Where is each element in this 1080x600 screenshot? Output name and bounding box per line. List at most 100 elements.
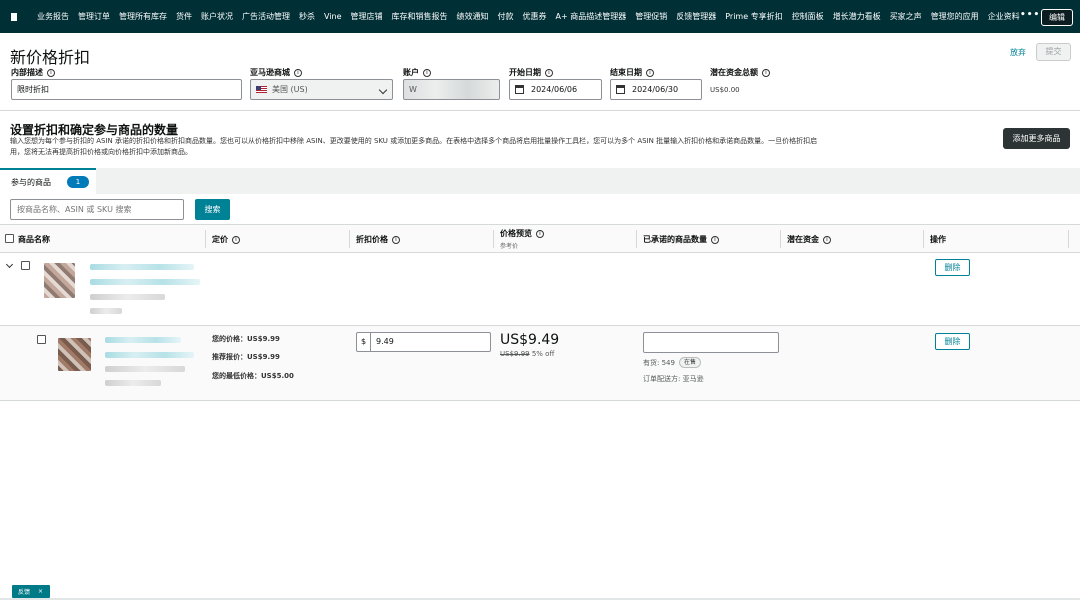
- count-badge: 1: [67, 176, 89, 188]
- budget-value: US$0.00: [710, 86, 740, 94]
- product-title-redacted[interactable]: [90, 264, 194, 270]
- start-date-input[interactable]: 2024/06/06: [509, 79, 602, 100]
- internal-desc-value: 限时折扣: [17, 85, 49, 94]
- product-title-redacted[interactable]: [105, 352, 194, 358]
- min-price: 您的最低价格：US$5.00: [212, 372, 294, 380]
- select-all-checkbox[interactable]: [5, 234, 14, 243]
- add-more-products-button[interactable]: 添加更多商品: [1003, 128, 1070, 149]
- column-separator: [349, 230, 350, 248]
- column-header-action: 操作: [930, 234, 946, 245]
- nav-item[interactable]: 企业资料: [988, 11, 1020, 22]
- us-flag-icon: [256, 86, 267, 93]
- row-checkbox[interactable]: [21, 261, 30, 270]
- product-sku-redacted: [90, 308, 122, 314]
- info-icon[interactable]: i: [232, 235, 240, 244]
- column-separator: [923, 230, 924, 248]
- chevron-down-icon[interactable]: [5, 260, 14, 269]
- row-checkbox[interactable]: [37, 335, 46, 344]
- info-icon[interactable]: i: [294, 68, 302, 77]
- table-header: 商品名称 定价 i 折扣价格 i 价格预览 i 已承诺的商品数量 i 潜在资金 …: [0, 224, 1080, 253]
- calendar-icon[interactable]: [515, 85, 524, 94]
- discount-price-value: 9.49: [376, 337, 394, 346]
- bookmark-icon[interactable]: [11, 12, 17, 21]
- column-header-preview[interactable]: 价格预览 i: [500, 228, 544, 239]
- discount-price-input[interactable]: $ 9.49: [356, 332, 491, 352]
- nav-item[interactable]: 绩效通知: [457, 11, 489, 22]
- nav-item[interactable]: 货件: [176, 11, 192, 22]
- delete-button[interactable]: 删除: [935, 333, 970, 350]
- nav-item[interactable]: 库存和销售报告: [392, 11, 448, 22]
- product-title-redacted[interactable]: [105, 337, 181, 343]
- end-date-input[interactable]: 2024/06/30: [610, 79, 702, 100]
- preview-price: US$9.49: [500, 332, 560, 348]
- info-icon[interactable]: i: [762, 68, 770, 77]
- column-header-name-text: 商品名称: [18, 235, 50, 244]
- was-price-value: US$9.99: [500, 350, 530, 358]
- column-header-action-text: 操作: [930, 235, 946, 244]
- nav-item[interactable]: Vine: [324, 12, 342, 21]
- product-image[interactable]: [44, 263, 75, 298]
- nav-item[interactable]: 控制面板: [792, 11, 824, 22]
- column-header-funding[interactable]: 潜在资金 i: [787, 234, 831, 245]
- submit-button[interactable]: 提交: [1036, 43, 1071, 61]
- calendar-icon[interactable]: [616, 85, 625, 94]
- nav-item[interactable]: 买家之声: [890, 11, 922, 22]
- info-icon[interactable]: i: [646, 68, 654, 77]
- delete-button[interactable]: 删除: [935, 259, 970, 276]
- column-header-funding-text: 潜在资金: [787, 235, 819, 244]
- product-image[interactable]: [58, 338, 91, 371]
- column-header-price[interactable]: 定价 i: [212, 234, 240, 245]
- nav-item[interactable]: 反馈管理器: [676, 11, 716, 22]
- search-button[interactable]: 搜索: [195, 199, 230, 220]
- nav-item[interactable]: 业务报告: [37, 11, 69, 22]
- marketplace-value: 美国 (US): [272, 85, 308, 94]
- internal-desc-input[interactable]: 限时折扣: [11, 79, 242, 100]
- nav-item[interactable]: 管理您的应用: [931, 11, 979, 22]
- product-asin-redacted: [105, 366, 185, 372]
- nav-item[interactable]: 管理促销: [635, 11, 667, 22]
- column-header-qty[interactable]: 已承诺的商品数量 i: [643, 234, 719, 245]
- nav-item[interactable]: 管理所有库存: [119, 11, 167, 22]
- abandon-link[interactable]: 放弃: [1010, 47, 1026, 58]
- info-icon[interactable]: i: [823, 235, 831, 244]
- committed-quantity-input[interactable]: [643, 332, 779, 353]
- nav-item[interactable]: 账户状况: [201, 11, 233, 22]
- nav-item[interactable]: 管理订单: [78, 11, 110, 22]
- nav-item[interactable]: 管理店铺: [351, 11, 383, 22]
- nav-item[interactable]: Prime 专享折扣: [725, 11, 782, 22]
- stock-count: 有货: 549: [643, 358, 675, 367]
- product-search-input[interactable]: [10, 199, 184, 220]
- product-title-redacted[interactable]: [90, 279, 200, 285]
- marketplace-select[interactable]: 美国 (US): [250, 79, 393, 100]
- preview-sub-label: 参考价: [500, 243, 519, 250]
- account-label-text: 账户: [403, 68, 419, 77]
- edit-nav-button[interactable]: 编辑: [1041, 9, 1073, 26]
- info-icon[interactable]: i: [392, 235, 400, 244]
- nav-item[interactable]: 增长潜力看板: [833, 11, 881, 22]
- info-icon[interactable]: i: [47, 68, 55, 77]
- feedback-tab[interactable]: 反馈 ×: [12, 585, 50, 598]
- currency-prefix: $: [357, 333, 371, 351]
- column-separator: [780, 230, 781, 248]
- info-icon[interactable]: i: [423, 68, 431, 77]
- column-header-name[interactable]: 商品名称: [18, 234, 50, 245]
- tab-participating-products[interactable]: 参与的商品 1: [0, 168, 96, 194]
- more-menu-icon[interactable]: •••: [1020, 10, 1040, 20]
- info-icon[interactable]: i: [711, 235, 719, 244]
- info-icon[interactable]: i: [545, 68, 553, 77]
- column-separator: [636, 230, 637, 248]
- column-separator: [205, 230, 206, 248]
- info-icon[interactable]: i: [536, 229, 544, 238]
- column-header-discount-text: 折扣价格: [356, 235, 388, 244]
- nav-item[interactable]: A+ 商品描述管理器: [556, 11, 627, 22]
- close-icon[interactable]: ×: [38, 588, 43, 595]
- tab-bar: 参与的商品 1: [0, 168, 1080, 194]
- account-select[interactable]: W: [403, 79, 500, 100]
- nav-item[interactable]: 优惠券: [523, 11, 547, 22]
- internal-desc-label: 内部描述 i: [11, 67, 55, 78]
- nav-item[interactable]: 广告活动管理: [242, 11, 290, 22]
- column-header-discount[interactable]: 折扣价格 i: [356, 234, 400, 245]
- fulfillment-info: 订单配送方: 亚马逊: [643, 375, 704, 383]
- nav-item[interactable]: 秒杀: [299, 11, 315, 22]
- nav-item[interactable]: 付款: [498, 11, 514, 22]
